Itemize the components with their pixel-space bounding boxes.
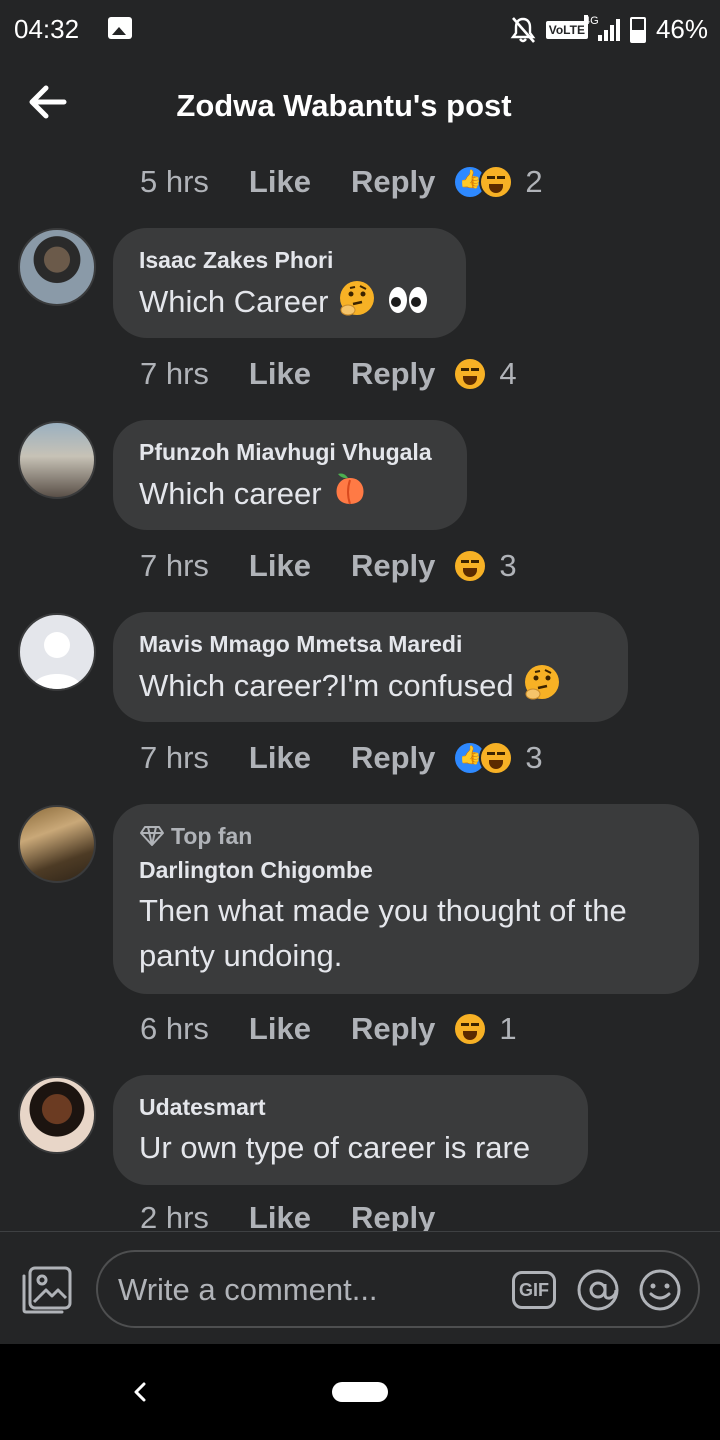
- comment-bubble: Isaac Zakes Phori Which Career: [113, 228, 466, 338]
- bell-off-icon: [510, 16, 536, 44]
- photo-icon: [22, 1266, 72, 1314]
- photo-button[interactable]: [20, 1264, 74, 1316]
- reaction-summary[interactable]: 3: [453, 740, 543, 776]
- like-button[interactable]: Like: [249, 548, 311, 584]
- comment-text-content: Which career?I'm confused: [139, 668, 514, 704]
- smiley-icon: [639, 1269, 681, 1311]
- reply-button[interactable]: Reply: [351, 164, 435, 200]
- default-avatar-icon: [32, 632, 82, 689]
- comment-time: 2 hrs: [140, 1200, 209, 1231]
- comment-text: Which Career: [139, 278, 440, 330]
- reaction-count: 1: [499, 1011, 517, 1046]
- reply-button[interactable]: Reply: [351, 1011, 435, 1047]
- network-type: 4G: [583, 14, 599, 27]
- comment-input[interactable]: [118, 1270, 498, 1310]
- comment-text: Then what made you thought of the panty …: [139, 888, 673, 978]
- comment-text-line: panty undoing.: [139, 938, 343, 973]
- status-icons: VoLTE 4G 46%: [510, 14, 708, 45]
- comment-time: 7 hrs: [140, 548, 209, 583]
- at-mention-icon: [577, 1269, 619, 1311]
- like-button[interactable]: Like: [249, 1200, 311, 1231]
- comment-text: Ur own type of career is rare: [139, 1130, 531, 1165]
- signal-icon: 4G: [583, 14, 620, 41]
- like-button[interactable]: Like: [249, 164, 311, 200]
- avatar[interactable]: [18, 1076, 96, 1154]
- emoji-button[interactable]: [638, 1268, 682, 1312]
- comment-actions: 5 hrs Like Reply 2: [140, 162, 543, 202]
- comment-text-content: Which career: [139, 476, 322, 512]
- commenter-name[interactable]: Mavis Mmago Mmetsa Maredi: [139, 630, 602, 658]
- thinking-face-icon: [522, 662, 562, 714]
- haha-reaction-icon: [453, 549, 488, 583]
- avatar[interactable]: [18, 613, 96, 691]
- commenter-name[interactable]: Udatesmart: [139, 1093, 562, 1121]
- comment-actions: 7 hrs Like Reply 3: [140, 738, 543, 778]
- page-title: Zodwa Wabantu's post: [176, 88, 512, 123]
- comment-input-box[interactable]: GIF: [96, 1250, 700, 1328]
- comment-time: 5 hrs: [140, 164, 209, 199]
- battery-icon: [629, 16, 646, 43]
- top-fan-badge: Top fan: [139, 822, 673, 850]
- comment-actions: 7 hrs Like Reply 3: [140, 546, 517, 586]
- reaction-summary[interactable]: 1: [453, 1011, 517, 1047]
- reply-button[interactable]: Reply: [351, 356, 435, 392]
- comment-actions: 6 hrs Like Reply 1: [140, 1009, 517, 1049]
- system-nav-bar: [0, 1344, 720, 1440]
- commenter-name[interactable]: Pfunzoh Miavhugi Vhugala: [139, 438, 441, 466]
- reply-button[interactable]: Reply: [351, 548, 435, 584]
- comment-bubble: Udatesmart Ur own type of career is rare: [113, 1075, 588, 1185]
- nav-home-button[interactable]: [332, 1382, 388, 1402]
- diamond-icon: [140, 826, 164, 846]
- haha-reaction-icon: [479, 741, 514, 775]
- reaction-count: 4: [499, 356, 517, 391]
- reaction-summary[interactable]: 3: [453, 548, 517, 584]
- like-button[interactable]: Like: [249, 1011, 311, 1047]
- comment-time: 7 hrs: [140, 740, 209, 775]
- avatar[interactable]: [18, 421, 96, 499]
- reaction-count: 2: [525, 164, 543, 199]
- reaction-summary[interactable]: 2: [453, 164, 543, 200]
- comment-bubble: Top fan Darlington Chigombe Then what ma…: [113, 804, 699, 994]
- reply-button[interactable]: Reply: [351, 1200, 435, 1231]
- peach-icon: [330, 470, 370, 522]
- comment-actions: 2 hrs Like Reply: [140, 1200, 453, 1231]
- nav-back-button[interactable]: [126, 1374, 154, 1410]
- like-button[interactable]: Like: [249, 356, 311, 392]
- comment-text: Which career: [139, 470, 441, 522]
- comment-text-line: Then what made you thought of the: [139, 893, 627, 928]
- commenter-name[interactable]: Darlington Chigombe: [139, 856, 673, 884]
- comment-composer: GIF: [0, 1231, 720, 1344]
- gallery-icon: [108, 17, 132, 39]
- avatar[interactable]: [18, 805, 96, 883]
- like-button[interactable]: Like: [249, 740, 311, 776]
- commenter-name[interactable]: Isaac Zakes Phori: [139, 246, 440, 274]
- thinking-face-icon: [337, 278, 377, 330]
- comment-bubble: Pfunzoh Miavhugi Vhugala Which career: [113, 420, 467, 530]
- comment-bubble: Mavis Mmago Mmetsa Maredi Which career?I…: [113, 612, 628, 722]
- gif-button[interactable]: GIF: [512, 1271, 556, 1309]
- battery-percent: 46%: [655, 14, 708, 44]
- haha-reaction-icon: [479, 165, 514, 199]
- comment-text-content: Which Career: [139, 284, 329, 320]
- status-bar: 04:32 VoLTE 4G 46%: [0, 0, 720, 60]
- comment-time: 6 hrs: [140, 1011, 209, 1046]
- volte-badge: VoLTE: [545, 20, 588, 39]
- eyes-icon: [386, 282, 430, 327]
- post-header: Zodwa Wabantu's post: [0, 60, 720, 150]
- reply-button[interactable]: Reply: [351, 740, 435, 776]
- reaction-count: 3: [499, 548, 517, 583]
- top-fan-label: Top fan: [171, 823, 253, 849]
- comment-actions: 7 hrs Like Reply 4: [140, 354, 517, 394]
- reaction-count: 3: [525, 740, 543, 775]
- haha-reaction-icon: [453, 1012, 488, 1046]
- comment-text: Which career?I'm confused: [139, 662, 602, 714]
- comment-time: 7 hrs: [140, 356, 209, 391]
- status-time: 04:32: [14, 14, 80, 44]
- reaction-summary[interactable]: 4: [453, 356, 517, 392]
- haha-reaction-icon: [453, 357, 488, 391]
- at-mention-button[interactable]: [576, 1268, 620, 1312]
- chevron-left-icon: [134, 1382, 146, 1402]
- avatar[interactable]: [18, 228, 96, 306]
